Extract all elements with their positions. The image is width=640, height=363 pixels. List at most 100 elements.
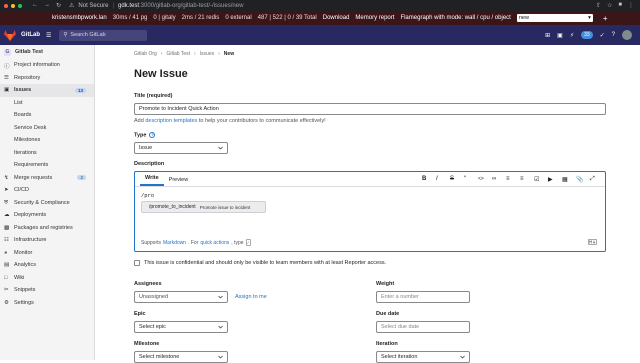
sidebar-item-packages[interactable]: ▩ Packages and registries — [0, 222, 94, 235]
create-new-icon[interactable]: ⊞ — [545, 32, 550, 39]
sidebar-item-wiki[interactable]: □ Wiki — [0, 272, 94, 285]
epic-select[interactable]: Select epic — [134, 321, 228, 333]
breadcrumb-item[interactable]: Gitlab Test — [166, 51, 190, 57]
sidebar-subitem-iterations[interactable]: Iterations — [0, 147, 94, 160]
tab-write[interactable]: Write — [140, 175, 164, 186]
perf-memory-report-link[interactable]: Memory report — [355, 15, 394, 21]
perf-redis[interactable]: 2ms / 21 redis — [182, 15, 220, 21]
breadcrumb-item[interactable]: Gitlab Org — [134, 51, 157, 57]
sidebar-project[interactable]: G Gitlab Test — [0, 45, 94, 59]
type-select[interactable]: Issue — [134, 142, 228, 154]
sidebar-subitem-requirements[interactable]: Requirements — [0, 159, 94, 172]
issues-icon: ▣ — [4, 87, 10, 94]
add-request-button[interactable]: + — [603, 14, 608, 23]
breadcrumb-item[interactable]: Issues — [200, 51, 214, 57]
title-label: Title (required) — [134, 93, 173, 99]
request-selector[interactable]: new ▾ — [516, 14, 593, 22]
sidebar-subitem-list[interactable]: List — [0, 97, 94, 110]
sidebar-item-monitor[interactable]: ◕ Monitor — [0, 247, 94, 260]
weight-input[interactable]: Enter a number — [376, 291, 470, 303]
quote-icon[interactable]: “ — [464, 176, 471, 183]
description-templates-link[interactable]: description templates — [145, 118, 197, 124]
performance-bar: kristensmbpwork.lan 30ms / 41 pg 0 | git… — [0, 11, 640, 25]
assignees-value: Unassigned — [139, 294, 169, 300]
address-bar[interactable]: ⚠ Not Secure | gdk.test:3000/gitlab-org/… — [69, 2, 243, 10]
sidebar-subitem-boards[interactable]: Boards — [0, 109, 94, 122]
more-icon[interactable]: ⋮ — [628, 2, 634, 9]
collapsible-icon[interactable]: ▶ — [548, 176, 555, 183]
quick-actions-link[interactable]: quick actions — [200, 240, 229, 246]
assignees-select[interactable]: Unassigned — [134, 291, 228, 303]
task-list-icon[interactable]: ☑ — [534, 176, 541, 183]
milestone-select[interactable]: Select milestone — [134, 351, 228, 363]
window-controls[interactable] — [4, 3, 22, 8]
perf-flamegraph[interactable]: Flamegraph with mode: wall / cpu / objec… — [400, 15, 510, 21]
todos-icon[interactable]: ✓ — [600, 32, 605, 39]
share-icon[interactable]: ⇧ — [596, 2, 601, 9]
back-icon[interactable]: ← — [32, 2, 38, 9]
autocomplete-command[interactable]: /promote_to_incident — [149, 204, 196, 210]
help-icon[interactable]: ? — [149, 132, 156, 138]
editor-toolbar: B I S “ <> ∞ ≡ ≡ ☑ ▶ ▦ 📎 ⤢ — [422, 176, 597, 183]
menu-icon[interactable]: ☰ — [46, 32, 51, 39]
sidebar-item-snippets[interactable]: ✂ Snippets — [0, 284, 94, 297]
attach-icon[interactable]: 📎 — [576, 176, 583, 183]
sidebar-item-cicd[interactable]: ➤ CI/CD — [0, 184, 94, 197]
description-editor[interactable]: Write Preview B I S “ <> ∞ ≡ ≡ ☑ ▶ ▦ 📎 ⤢… — [134, 171, 606, 252]
perf-gitaly[interactable]: 0 | gitaly — [153, 15, 175, 21]
bold-icon[interactable]: B — [422, 176, 429, 183]
chevron-down-icon: ▾ — [588, 15, 591, 21]
sidebar-item-analytics[interactable]: ▤ Analytics — [0, 259, 94, 272]
forward-icon[interactable]: → — [44, 2, 50, 9]
star-icon[interactable]: ☆ — [607, 2, 612, 9]
assign-to-me-link[interactable]: Assign to me — [235, 294, 267, 300]
minimize-window-icon[interactable] — [11, 3, 15, 8]
sidebar-item-merge-requests[interactable]: ↯ Merge requests 2 — [0, 172, 94, 185]
strikethrough-icon[interactable]: S — [450, 176, 457, 183]
sidebar-item-security[interactable]: ⛨ Security & Compliance — [0, 197, 94, 210]
sidebar-item-repository[interactable]: ☰ Repository — [0, 72, 94, 85]
project-name: Gitlab Test — [15, 49, 44, 55]
perf-external[interactable]: 0 external — [225, 15, 251, 21]
confidential-checkbox[interactable] — [134, 260, 140, 266]
search-input[interactable]: ⚲ Search GitLab — [59, 29, 148, 41]
autocomplete-dropdown[interactable]: /promote_to_incident Promote issue to in… — [141, 201, 266, 213]
help-icon[interactable]: ? — [612, 32, 615, 38]
sidebar-item-deployments[interactable]: ☁ Deployments — [0, 209, 94, 222]
perf-download-link[interactable]: Download — [323, 15, 350, 21]
markdown-link[interactable]: Markdown — [163, 240, 186, 246]
title-input[interactable]: Promote to Incident Quick Action — [134, 103, 606, 115]
tab-preview[interactable]: Preview — [164, 177, 194, 186]
book-icon: □ — [4, 274, 8, 281]
sidebar-item-label: Issues — [14, 87, 32, 94]
reload-icon[interactable]: ↻ — [56, 2, 61, 9]
bulleted-list-icon[interactable]: ≡ — [506, 176, 513, 183]
perf-pg[interactable]: 30ms / 41 pg — [113, 15, 148, 21]
monitor-icon: ◕ — [4, 249, 8, 256]
maximize-window-icon[interactable] — [18, 3, 22, 8]
extensions-icon[interactable]: ■ — [618, 2, 622, 9]
close-window-icon[interactable] — [4, 3, 8, 8]
sidebar-item-infrastructure[interactable]: ☷ Infrastructure — [0, 234, 94, 247]
numbered-list-icon[interactable]: ≡ — [520, 176, 527, 183]
page-title: New Issue — [134, 68, 188, 80]
gitlab-logo-icon[interactable] — [0, 25, 20, 45]
merge-requests-icon[interactable]: ⚡ — [570, 32, 574, 39]
italic-icon[interactable]: I — [436, 176, 443, 183]
code-icon[interactable]: <> — [478, 176, 485, 183]
fullscreen-icon[interactable]: ⤢ — [590, 176, 597, 183]
user-avatar[interactable] — [622, 30, 632, 40]
issues-icon[interactable]: ▣ — [557, 32, 563, 39]
sidebar-subitem-service-desk[interactable]: Service Desk — [0, 122, 94, 135]
sidebar-item-project-information[interactable]: ⓘ Project information — [0, 59, 94, 72]
sidebar-item-label: Wiki — [14, 274, 25, 281]
sidebar-subitem-milestones[interactable]: Milestones — [0, 134, 94, 147]
sidebar-item-issues[interactable]: ▣ Issues 13 — [0, 84, 94, 97]
due-date-input[interactable]: Select due date — [376, 321, 470, 333]
table-icon[interactable]: ▦ — [562, 176, 569, 183]
iteration-select[interactable]: Select iteration — [376, 351, 470, 363]
link-icon[interactable]: ∞ — [492, 176, 499, 183]
sidebar-item-settings[interactable]: ⚙ Settings — [0, 297, 94, 310]
app-name[interactable]: GitLab — [21, 32, 40, 38]
type-value: Issue — [139, 145, 153, 151]
